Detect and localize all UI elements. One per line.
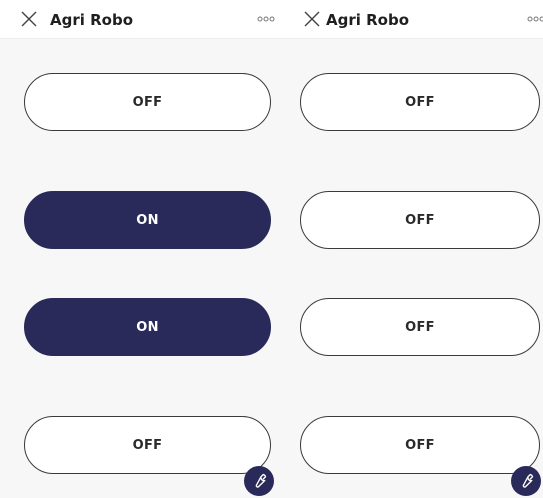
more-options-button[interactable] (256, 11, 276, 27)
toggle-label: ON (136, 212, 159, 228)
app-screen-right: Agri Robo OFF OFF OFF OFF (283, 0, 543, 498)
close-button[interactable] (303, 10, 321, 28)
app-screen-left: Agri Robo OFF ON ON OFF (0, 0, 283, 498)
toggle-label: OFF (405, 319, 435, 335)
more-dots-icon (527, 16, 543, 22)
toggle-button-2[interactable]: OFF (300, 191, 540, 249)
page-title: Agri Robo (50, 11, 134, 29)
wrench-icon (255, 473, 267, 488)
toggle-label: ON (136, 319, 159, 335)
toggle-button-4[interactable]: OFF (24, 416, 271, 474)
close-icon (21, 11, 37, 27)
settings-fab-button[interactable] (511, 466, 541, 496)
toggle-button-3[interactable]: ON (24, 298, 271, 356)
header-bar: Agri Robo (283, 0, 543, 39)
more-dots-icon (257, 16, 275, 22)
toggle-label: OFF (132, 94, 163, 110)
toggle-button-4[interactable]: OFF (300, 416, 540, 474)
more-options-button[interactable] (526, 11, 543, 27)
toggle-button-1[interactable]: OFF (300, 73, 540, 131)
toggle-label: OFF (405, 212, 435, 228)
toggle-button-3[interactable]: OFF (300, 298, 540, 356)
toggle-label: OFF (405, 437, 435, 453)
close-button[interactable] (20, 10, 38, 28)
toggle-label: OFF (405, 94, 435, 110)
close-icon (304, 11, 320, 27)
page-title: Agri Robo (326, 11, 410, 29)
settings-fab-button[interactable] (244, 466, 274, 496)
header-bar: Agri Robo (0, 0, 283, 39)
toggle-button-2[interactable]: ON (24, 191, 271, 249)
wrench-icon (522, 473, 534, 488)
toggle-label: OFF (132, 437, 163, 453)
toggle-button-1[interactable]: OFF (24, 73, 271, 131)
